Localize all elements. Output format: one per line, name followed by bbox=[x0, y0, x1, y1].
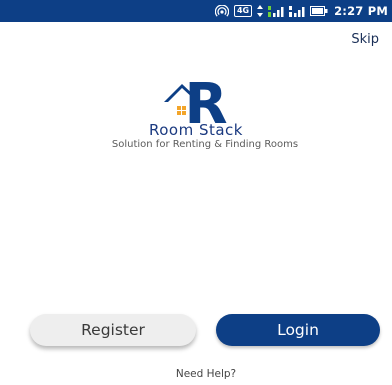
signal-icon bbox=[268, 4, 284, 18]
tagline: Solution for Renting & Finding Rooms bbox=[111, 139, 299, 150]
room-stack-logo: R bbox=[164, 72, 242, 137]
status-bar: 4G 2:27 PM bbox=[0, 0, 392, 22]
clock: 2:27 PM bbox=[334, 4, 388, 18]
logo-letter: R bbox=[184, 76, 227, 124]
battery-icon bbox=[310, 4, 328, 18]
need-help-link[interactable]: Need Help? bbox=[0, 368, 392, 380]
data-transfer-icon bbox=[257, 4, 264, 18]
hotspot-icon bbox=[214, 4, 229, 18]
network-type-badge: 4G bbox=[233, 5, 253, 17]
register-button[interactable]: Register bbox=[30, 314, 196, 346]
skip-button[interactable]: Skip bbox=[351, 32, 379, 47]
brand-name: Room Stack bbox=[148, 121, 243, 139]
login-button[interactable]: Login bbox=[216, 314, 380, 346]
signal-icon bbox=[289, 4, 305, 18]
